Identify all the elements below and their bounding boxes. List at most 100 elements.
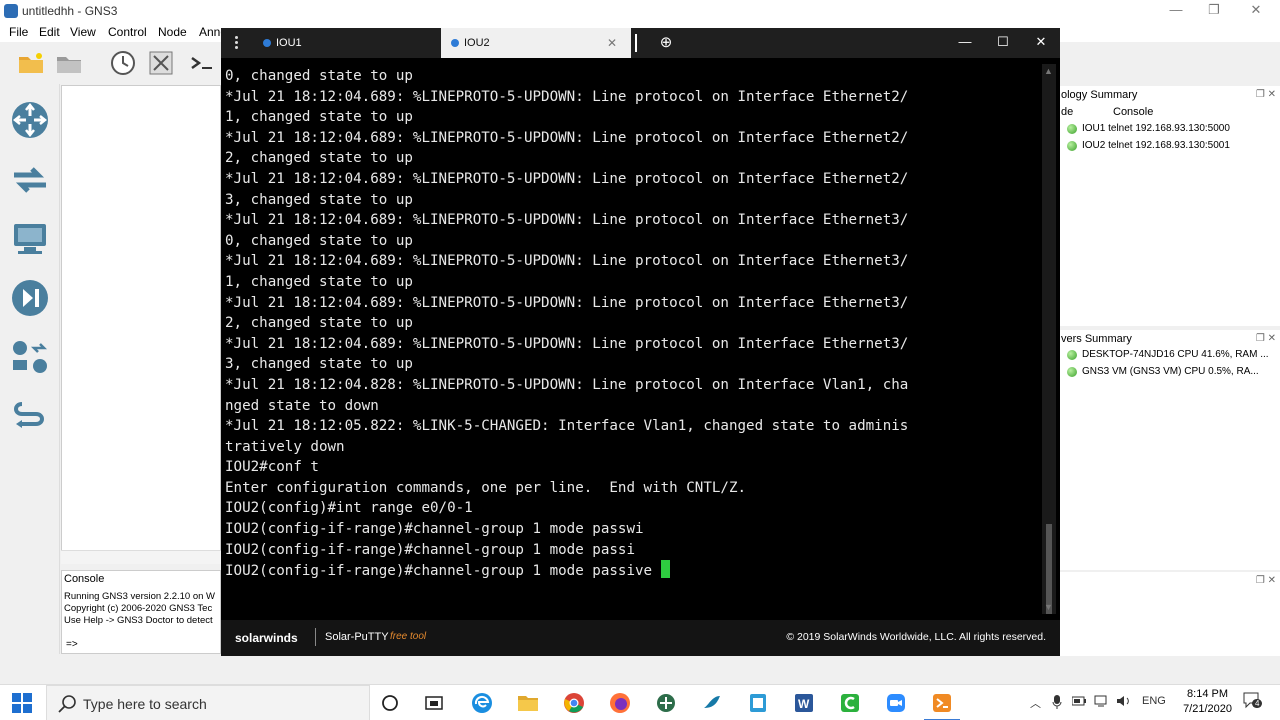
node-name: IOU1 bbox=[1082, 123, 1106, 134]
terminal-line: *Jul 21 18:12:04.689: %LINEPROTO-5-UPDOW… bbox=[225, 88, 909, 105]
volume-icon[interactable] bbox=[1116, 695, 1132, 710]
tab-iou1[interactable]: IOU1 bbox=[261, 28, 441, 58]
maximize-icon[interactable]: ☐ bbox=[993, 34, 1013, 52]
all-devices-icon[interactable] bbox=[8, 336, 52, 380]
solar-putty-taskbar-icon[interactable] bbox=[924, 691, 960, 720]
terminal-line: 0, changed state to up bbox=[225, 68, 413, 84]
microphone-icon[interactable] bbox=[1052, 695, 1062, 712]
minimize-icon[interactable]: — bbox=[955, 34, 975, 52]
menu-control[interactable]: Control bbox=[108, 25, 147, 39]
task-view-icon[interactable] bbox=[422, 691, 446, 715]
dock-float-close-icon[interactable]: ❐ ✕ bbox=[1256, 575, 1276, 586]
topology-node-row[interactable]: IOU2 telnet 192.168.93.130:5001 bbox=[1067, 140, 1230, 151]
tab-iou2[interactable]: IOU2 ✕ bbox=[441, 28, 631, 58]
terminal-line: 2, changed state to up bbox=[225, 315, 413, 332]
network-icon[interactable] bbox=[1094, 695, 1110, 710]
menu-file[interactable]: File bbox=[9, 25, 28, 39]
wireshark-icon[interactable] bbox=[700, 691, 724, 715]
terminal-line: 2, changed state to up bbox=[225, 150, 413, 167]
column-node: de bbox=[1061, 106, 1074, 118]
servers-summary-dock: vers Summary ❐ ✕ DESKTOP-74NJD16 CPU 41.… bbox=[1058, 330, 1280, 570]
word-icon[interactable]: W bbox=[792, 691, 816, 715]
terminal-cursor bbox=[660, 560, 670, 579]
security-devices-icon[interactable] bbox=[8, 276, 52, 320]
menu-node[interactable]: Node bbox=[158, 25, 187, 39]
new-tab-icon[interactable]: ⊕ bbox=[635, 34, 675, 52]
new-project-icon[interactable] bbox=[16, 48, 46, 78]
close-tab-icon[interactable]: ✕ bbox=[607, 36, 617, 50]
chrome-icon[interactable] bbox=[562, 691, 586, 715]
console-prompt[interactable]: => bbox=[66, 639, 78, 650]
scrollbar-thumb[interactable] bbox=[1046, 524, 1052, 614]
canvas-horizontal-scrollbar[interactable] bbox=[61, 550, 221, 564]
zoom-icon[interactable] bbox=[884, 691, 908, 715]
switches-icon[interactable] bbox=[8, 158, 52, 202]
topology-summary-dock: ology Summary ❐ ✕ de Console IOU1 telnet… bbox=[1058, 86, 1280, 326]
search-icon bbox=[57, 694, 77, 714]
end-devices-icon[interactable] bbox=[8, 216, 52, 260]
terminal-scrollbar[interactable]: ▲ ▼ bbox=[1042, 64, 1056, 614]
tab-label: IOU1 bbox=[276, 37, 302, 49]
topology-node-row[interactable]: IOU1 telnet 192.168.93.130:5000 bbox=[1067, 123, 1230, 134]
taskbar-search-box[interactable]: Type here to search bbox=[46, 685, 370, 720]
scroll-down-icon[interactable]: ▼ bbox=[1044, 602, 1053, 612]
restore-icon[interactable]: ❐ bbox=[1204, 2, 1224, 20]
close-icon[interactable]: ✕ bbox=[1031, 34, 1051, 52]
minimize-icon[interactable]: — bbox=[1166, 2, 1186, 20]
cortana-icon[interactable] bbox=[378, 691, 402, 715]
session-status-icon bbox=[451, 39, 459, 47]
terminal-line: *Jul 21 18:12:04.689: %LINEPROTO-5-UPDOW… bbox=[225, 129, 909, 146]
dock-float-close-icon[interactable]: ❐ ✕ bbox=[1256, 333, 1276, 344]
right-lower-dock: ❐ ✕ bbox=[1058, 572, 1280, 656]
menu-view[interactable]: View bbox=[70, 25, 96, 39]
terminal-line: 0, changed state to up bbox=[225, 232, 413, 249]
terminal-line: *Jul 21 18:12:04.689: %LINEPROTO-5-UPDOW… bbox=[225, 170, 909, 187]
snapshot-icon[interactable] bbox=[108, 48, 138, 78]
terminal-line: *Jul 21 18:12:04.689: %LINEPROTO-5-UPDOW… bbox=[225, 212, 909, 229]
node-console: telnet 192.168.93.130:5000 bbox=[1108, 123, 1230, 134]
gns3-toolbar bbox=[0, 42, 230, 84]
firefox-icon[interactable] bbox=[608, 691, 632, 715]
terminal-line: 1, changed state to up bbox=[225, 273, 413, 290]
edge-icon[interactable] bbox=[470, 691, 494, 715]
windows-start-icon[interactable] bbox=[12, 693, 32, 713]
notification-count: 4 bbox=[1252, 699, 1263, 708]
close-icon[interactable]: ✕ bbox=[1246, 2, 1266, 20]
show-interface-labels-icon[interactable] bbox=[146, 48, 176, 78]
dock-float-close-icon[interactable]: ❐ ✕ bbox=[1256, 89, 1276, 100]
notifications-icon[interactable]: 4 bbox=[1242, 691, 1263, 712]
file-explorer-icon[interactable] bbox=[516, 691, 540, 715]
app-icon[interactable] bbox=[746, 691, 770, 715]
tab-label: IOU2 bbox=[464, 37, 490, 49]
terminal-output[interactable]: 0, changed state to up *Jul 21 18:12:04.6… bbox=[225, 66, 1041, 614]
camtasia-icon[interactable] bbox=[838, 691, 862, 715]
battery-icon[interactable] bbox=[1071, 695, 1086, 710]
topology-canvas[interactable] bbox=[61, 85, 221, 563]
putty-menu-icon[interactable] bbox=[235, 36, 239, 50]
console-dock: Console Running GNS3 version 2.2.10 on W… bbox=[61, 570, 221, 654]
gns3-titlebar: untitledhh - GNS3 — ❐ ✕ bbox=[0, 0, 1280, 22]
session-status-icon bbox=[263, 39, 271, 47]
gns3-taskbar-icon[interactable] bbox=[654, 691, 678, 715]
terminal-lines: 0, changed state to up *Jul 21 18:12:04.6… bbox=[225, 66, 1041, 560]
terminal-line: *Jul 21 18:12:05.822: %LINK-5-CHANGED: I… bbox=[225, 418, 909, 435]
add-link-icon[interactable] bbox=[8, 394, 52, 438]
terminal-line: *Jul 21 18:12:04.689: %LINEPROTO-5-UPDOW… bbox=[225, 253, 909, 270]
status-connected-icon bbox=[1067, 349, 1077, 360]
server-row[interactable]: DESKTOP-74NJD16 CPU 41.6%, RAM ... bbox=[1067, 349, 1269, 360]
node-name: IOU2 bbox=[1082, 140, 1106, 151]
language-indicator[interactable]: ENG bbox=[1142, 695, 1166, 707]
putty-footer: solarwinds Solar-PuTTY free tool © 2019 … bbox=[221, 620, 1060, 656]
terminal-line: IOU2(config-if-range)#channel-group 1 mo… bbox=[225, 521, 644, 538]
terminal-line: *Jul 21 18:12:04.689: %LINEPROTO-5-UPDOW… bbox=[225, 335, 909, 352]
clock[interactable]: 8:14 PM 7/21/2020 bbox=[1183, 687, 1232, 717]
terminal-line: Enter configuration commands, one per li… bbox=[225, 479, 747, 496]
server-row[interactable]: GNS3 VM (GNS3 VM) CPU 0.5%, RA... bbox=[1067, 366, 1259, 377]
terminal-line: tratively down bbox=[225, 438, 345, 455]
menu-edit[interactable]: Edit bbox=[39, 25, 60, 39]
console-all-icon[interactable] bbox=[186, 48, 216, 78]
open-project-icon[interactable] bbox=[54, 48, 84, 78]
routers-icon[interactable] bbox=[8, 98, 52, 142]
show-hidden-icons-icon[interactable]: ︿ bbox=[1030, 695, 1041, 711]
scroll-up-icon[interactable]: ▲ bbox=[1044, 66, 1053, 76]
